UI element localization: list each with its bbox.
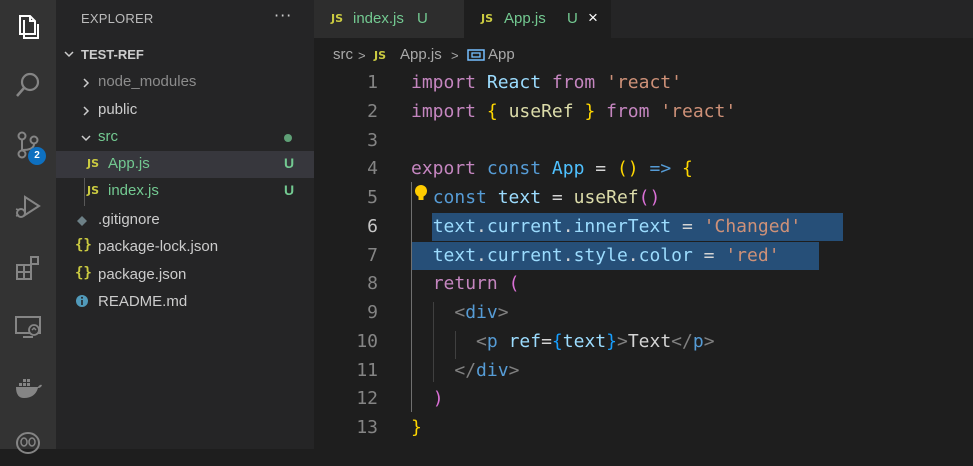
tree-item-label: README.md [98, 293, 188, 310]
tree-item-label: node_modules [98, 73, 197, 90]
code-line: import React from 'react' [411, 72, 682, 93]
tree-item-label: public [98, 101, 138, 118]
tree-item-label: .gitignore [98, 211, 160, 228]
run-debug-icon[interactable] [0, 182, 56, 230]
code-line: } [411, 417, 422, 438]
git-status-badge: U [417, 10, 428, 27]
code-line: <p ref={text}>Text</p> [476, 331, 715, 352]
breadcrumb: src > JS App.js > App [314, 38, 973, 70]
line-number: 13 [356, 417, 378, 438]
explorer-sidebar: EXPLORER ··· TEST-REF node_modules publi… [56, 0, 314, 449]
js-file-icon: JS [87, 157, 100, 170]
code-line: ) [432, 388, 444, 409]
code-line: import { useRef } from 'react' [411, 101, 737, 122]
line-number: 3 [367, 130, 378, 151]
js-file-icon: JS [481, 12, 494, 25]
code-editor[interactable]: 1 2 3 4 5 6 7 8 9 10 11 12 13 import Rea… [314, 70, 973, 449]
tab-app-js[interactable]: JS App.js U × [464, 0, 611, 38]
line-number: 7 [367, 245, 378, 266]
js-file-icon: JS [87, 184, 100, 197]
breadcrumb-separator: > [358, 48, 366, 63]
tree-item-readme-md[interactable]: README.md [56, 289, 314, 316]
more-actions-icon[interactable]: ··· [274, 6, 292, 25]
docker-icon[interactable] [0, 363, 56, 411]
tree-item-label: package.json [98, 266, 187, 283]
js-file-icon: JS [374, 49, 387, 62]
code-line: <div> [454, 302, 509, 323]
code-line: text.current.innerText = 'Changed' [432, 216, 802, 237]
project-section-header[interactable]: TEST-REF [56, 44, 314, 66]
line-number: 11 [356, 360, 378, 381]
tree-item-package-lock-json[interactable]: {} package-lock.json [56, 234, 314, 261]
code-line: </div> [454, 360, 520, 381]
code-line: return ( [432, 273, 520, 294]
source-control-badge: 2 [28, 147, 46, 165]
json-file-icon: {} [75, 237, 92, 253]
close-icon[interactable]: × [588, 8, 598, 28]
tree-item-label: App.js [108, 155, 150, 172]
line-number: 5 [367, 187, 378, 208]
git-status-badge: U [567, 10, 578, 27]
remote-explorer-icon[interactable] [0, 303, 56, 351]
json-file-icon: {} [75, 265, 92, 281]
breadcrumb-item-symbol[interactable]: App [488, 46, 515, 63]
line-number: 8 [367, 273, 378, 294]
source-control-icon[interactable] [0, 121, 56, 169]
project-name: TEST-REF [81, 47, 144, 62]
tab-label: App.js [504, 10, 546, 27]
tree-item-node-modules[interactable]: node_modules [56, 69, 314, 96]
tree-item-index-js[interactable]: JS index.js U [56, 178, 314, 205]
code-line: text.current.style.color = 'red' [432, 245, 780, 266]
chevron-down-icon [64, 51, 74, 58]
database-icon[interactable] [0, 418, 56, 466]
search-icon[interactable] [0, 61, 56, 109]
chevron-down-icon [81, 135, 91, 142]
tree-item-public[interactable]: public [56, 97, 314, 124]
git-status-badge: U [284, 155, 295, 171]
explorer-icon[interactable] [0, 3, 56, 51]
chevron-right-icon [83, 78, 90, 88]
line-number: 6 [367, 216, 378, 237]
tree-item-app-js[interactable]: JS App.js U [56, 151, 314, 178]
line-number: 2 [367, 101, 378, 122]
breadcrumb-item-file[interactable]: App.js [400, 46, 442, 63]
line-number: 1 [367, 72, 378, 93]
line-number: 9 [367, 302, 378, 323]
tree-item-package-json[interactable]: {} package.json [56, 262, 314, 289]
tree-item-label: index.js [108, 182, 159, 199]
chevron-right-icon [83, 106, 90, 116]
code-line: const text = useRef() [432, 187, 661, 208]
tab-index-js[interactable]: JS index.js U [314, 0, 464, 38]
code-line: export const App = () => { [411, 158, 693, 179]
tree-item-label: src [98, 128, 118, 145]
tree-item-label: package-lock.json [98, 238, 219, 255]
tab-label: index.js [353, 10, 404, 27]
activity-bar: 2 [0, 0, 56, 454]
breadcrumb-item-src[interactable]: src [333, 46, 353, 63]
js-file-icon: JS [331, 12, 344, 25]
line-number: 4 [367, 158, 378, 179]
tree-item-src[interactable]: src [56, 124, 314, 151]
tree-item-gitignore[interactable]: .gitignore [56, 207, 314, 234]
symbol-variable-icon [467, 49, 485, 61]
info-file-icon [76, 295, 88, 307]
line-number: 12 [356, 388, 378, 409]
extensions-icon[interactable] [0, 244, 56, 292]
line-number: 10 [356, 331, 378, 352]
git-status-badge: U [284, 182, 295, 198]
gitignore-file-icon [77, 216, 87, 226]
tab-bar: JS index.js U JS App.js U × [314, 0, 973, 38]
breadcrumb-separator: > [451, 48, 459, 63]
modified-dot [284, 134, 292, 142]
sidebar-title: EXPLORER [81, 11, 154, 26]
